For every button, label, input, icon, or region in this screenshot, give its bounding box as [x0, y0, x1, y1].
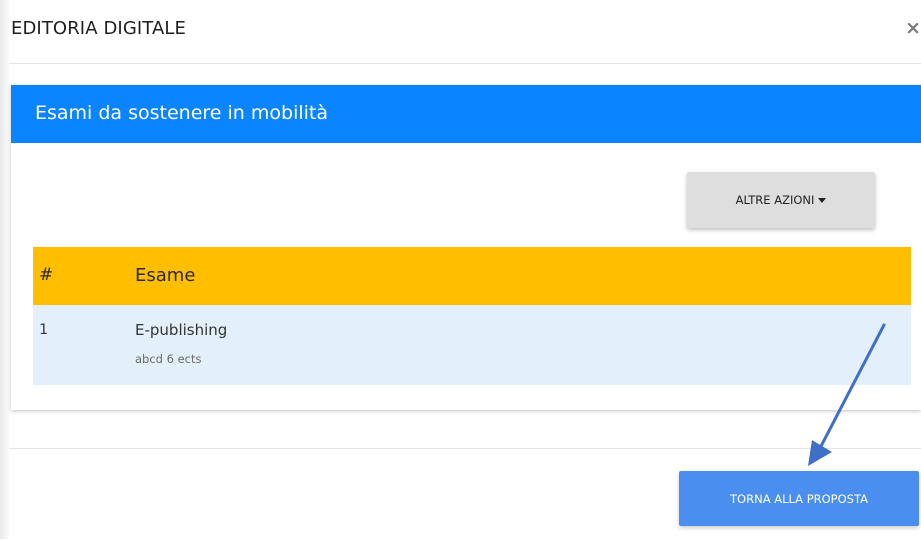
modal-dialog: EDITORIA DIGITALE × Esami da sostenere i…: [0, 0, 921, 539]
other-actions-label: ALTRE AZIONI: [735, 193, 815, 207]
table-row: 1 E-publishing abcd 6 ects: [33, 305, 911, 385]
exam-name: E-publishing: [135, 321, 228, 339]
column-header-exam: Esame: [135, 265, 196, 286]
modal-backdrop-edge: [0, 0, 9, 539]
column-header-number: #: [39, 265, 54, 285]
caret-down-icon: [818, 197, 827, 203]
exams-table: # Esame 1 E-publishing abcd 6 ects: [33, 247, 911, 385]
other-actions-button[interactable]: ALTRE AZIONI: [687, 172, 875, 228]
card-header: Esami da sostenere in mobilità: [11, 85, 921, 143]
modal-header: EDITORIA DIGITALE ×: [9, 0, 921, 64]
exams-card: Esami da sostenere in mobilità ALTRE AZI…: [11, 85, 921, 410]
row-number: 1: [39, 322, 49, 338]
close-icon[interactable]: ×: [905, 17, 921, 39]
modal-title: EDITORIA DIGITALE: [11, 18, 186, 39]
back-to-proposal-button[interactable]: TORNA ALLA PROPOSTA: [679, 471, 919, 526]
exam-detail: abcd 6 ects: [135, 352, 202, 366]
back-to-proposal-label: TORNA ALLA PROPOSTA: [730, 491, 868, 506]
table-header: # Esame: [33, 247, 911, 305]
card-title: Esami da sostenere in mobilità: [35, 102, 329, 124]
